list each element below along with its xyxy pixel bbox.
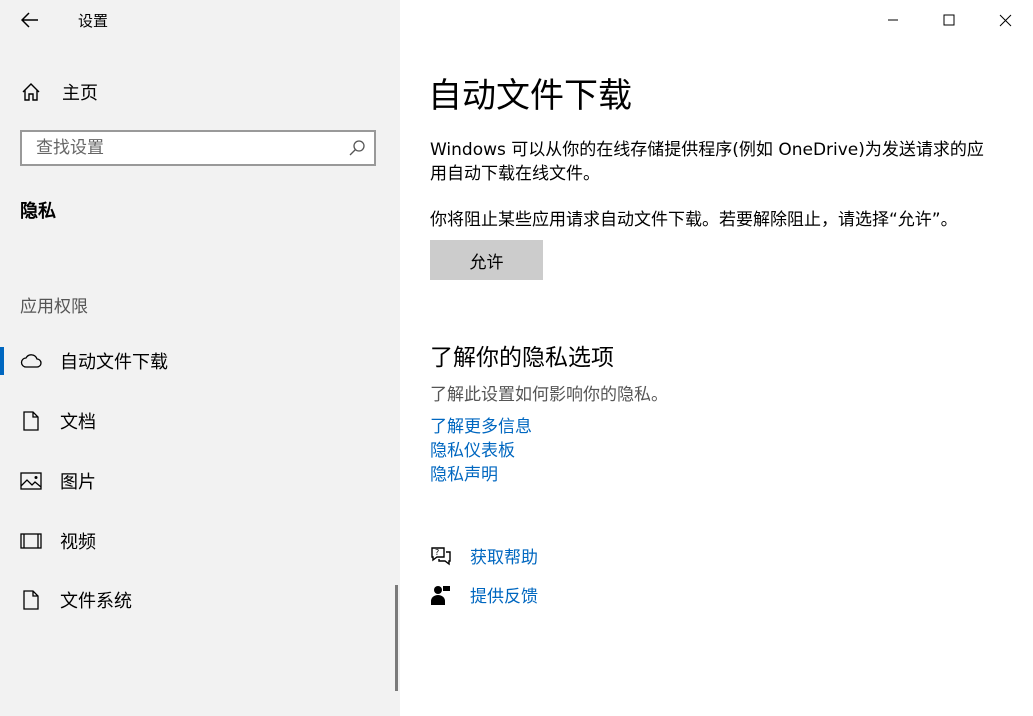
document-icon	[20, 410, 42, 432]
cloud-icon	[20, 350, 42, 372]
app-title: 设置	[78, 12, 109, 30]
privacy-dashboard-link[interactable]: 隐私仪表板	[430, 436, 515, 461]
group-title: 应用权限	[20, 297, 88, 317]
get-help-row[interactable]: ? 获取帮助	[430, 543, 538, 568]
sidebar-item-documents[interactable]: 文档	[0, 401, 396, 441]
sidebar-item-file-system[interactable]: 文件系统	[0, 580, 396, 620]
privacy-description: 了解此设置如何影响你的隐私。	[430, 385, 668, 405]
sidebar-scrollbar[interactable]	[395, 585, 398, 691]
close-icon	[999, 14, 1011, 26]
file-icon	[20, 589, 42, 611]
help-chat-icon: ?	[430, 545, 452, 567]
home-label: 主页	[62, 83, 98, 104]
sidebar-item-home[interactable]: 主页	[20, 78, 98, 106]
sidebar-item-label: 视频	[60, 532, 96, 553]
sidebar-item-videos[interactable]: 视频	[0, 521, 396, 561]
feedback-row[interactable]: 提供反馈	[430, 582, 538, 607]
section-title: 隐私	[20, 201, 56, 222]
maximize-button[interactable]	[921, 0, 977, 40]
minimize-button[interactable]	[865, 0, 921, 40]
svg-text:?: ?	[435, 548, 439, 557]
main-content: 自动文件下载 Windows 可以从你的在线存储提供程序(例如 OneDrive…	[400, 0, 1033, 716]
blocked-text: 你将阻止某些应用请求自动文件下载。若要解除阻止，请选择“允许”。	[430, 210, 958, 230]
feedback-link[interactable]: 提供反馈	[470, 582, 538, 607]
privacy-section-title: 了解你的隐私选项	[430, 345, 614, 371]
sidebar-item-label: 自动文件下载	[60, 352, 168, 373]
sidebar: 设置 主页 隐私 应用权限 自动文件下载 文档	[0, 0, 400, 716]
search-icon	[349, 140, 365, 156]
minimize-icon	[888, 19, 898, 21]
maximize-icon	[943, 14, 955, 26]
learn-more-link[interactable]: 了解更多信息	[430, 412, 532, 437]
sidebar-item-label: 文件系统	[60, 591, 132, 612]
description-text: Windows 可以从你的在线存储提供程序(例如 OneDrive)为发送请求的…	[430, 140, 984, 184]
back-arrow-icon	[21, 12, 38, 28]
feedback-icon	[430, 584, 452, 606]
search-input[interactable]	[22, 132, 336, 164]
get-help-link[interactable]: 获取帮助	[470, 543, 538, 568]
video-icon	[20, 530, 42, 552]
privacy-statement-link[interactable]: 隐私声明	[430, 460, 498, 485]
allow-button[interactable]: 允许	[430, 240, 543, 280]
picture-icon	[20, 470, 42, 492]
home-icon	[22, 83, 40, 101]
close-button[interactable]	[977, 0, 1033, 40]
back-button[interactable]	[18, 8, 42, 32]
sidebar-item-pictures[interactable]: 图片	[0, 461, 396, 501]
sidebar-item-label: 文档	[60, 412, 96, 433]
window-controls	[865, 0, 1033, 40]
page-title: 自动文件下载	[428, 76, 632, 116]
sidebar-item-label: 图片	[60, 472, 96, 493]
search-box[interactable]	[20, 130, 376, 166]
sidebar-item-auto-file-download[interactable]: 自动文件下载	[0, 341, 396, 381]
